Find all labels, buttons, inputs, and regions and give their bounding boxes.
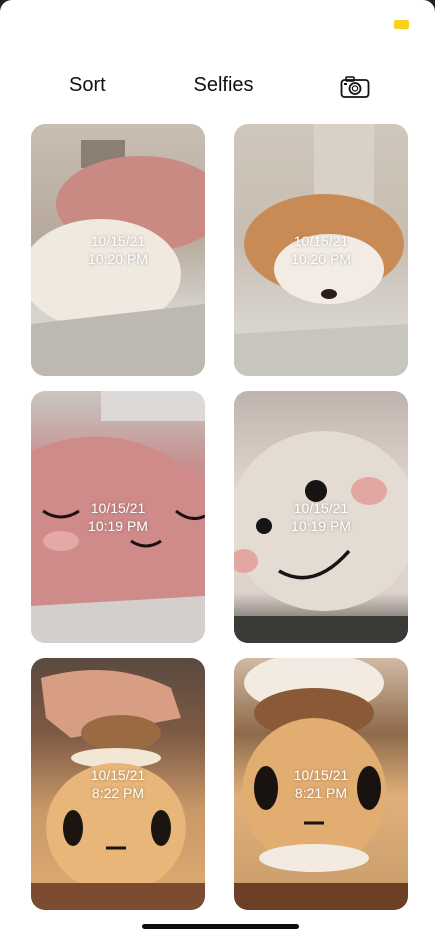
top-bar: Sort Selfies — [0, 66, 435, 106]
photo-card[interactable]: 10/15/21 10:20 PM — [31, 124, 205, 376]
selfies-sheet: Sort Selfies 10/15/21 10:20 PM 10/15/21 … — [0, 0, 435, 931]
photo-timestamp: 10/15/21 8:21 PM — [293, 767, 349, 801]
camera-button[interactable] — [340, 75, 370, 99]
photo-card[interactable]: 10/15/21 10:19 PM — [234, 391, 408, 643]
camera-icon — [340, 76, 370, 98]
photo-timestamp: 10/15/21 10:19 PM — [88, 500, 148, 534]
photo-timestamp: 10/15/21 10:19 PM — [291, 500, 351, 534]
photo-timestamp: 10/15/21 10:20 PM — [291, 233, 351, 267]
photo-card[interactable]: 10/15/21 8:21 PM — [234, 658, 408, 910]
photo-card[interactable]: 10/15/21 10:20 PM — [234, 124, 408, 376]
page-title: Selfies — [193, 74, 254, 96]
photo-timestamp: 10/15/21 8:22 PM — [90, 767, 146, 801]
status-indicator — [394, 20, 409, 29]
photo-timestamp: 10/15/21 10:20 PM — [88, 233, 148, 267]
home-indicator[interactable] — [142, 924, 299, 929]
photo-card[interactable]: 10/15/21 10:19 PM — [31, 391, 205, 643]
photo-card[interactable]: 10/15/21 8:22 PM — [31, 658, 205, 910]
